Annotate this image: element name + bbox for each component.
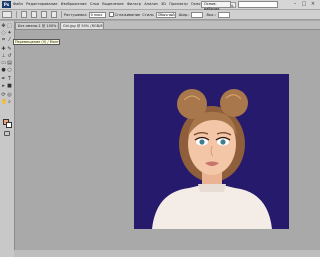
quick-mask-button[interactable] [4, 131, 10, 136]
menu-view[interactable]: Просмотр [169, 0, 187, 9]
iris-right [220, 139, 226, 145]
subtract-selection-icon[interactable] [41, 11, 47, 18]
menu-layers[interactable]: Слои [90, 0, 99, 9]
tool-preset-picker[interactable] [2, 11, 12, 18]
workspace-switcher[interactable]: Основ. рабочая [201, 1, 231, 11]
marquee-tool-icon[interactable]: ⬚ [7, 24, 12, 29]
menu-select[interactable]: Выделение [102, 0, 123, 9]
zoom-tool-icon[interactable]: ⌕ [7, 100, 12, 105]
eraser-tool-icon[interactable]: ▭ [1, 61, 6, 66]
path-selection-tool-icon[interactable]: ▸ [1, 84, 6, 89]
intersect-selection-icon[interactable] [51, 11, 57, 18]
style-select[interactable]: Обычный [155, 11, 176, 18]
height-field[interactable] [218, 11, 231, 18]
search-input[interactable] [238, 1, 278, 8]
girl-illustration [134, 74, 289, 229]
close-button[interactable]: × [309, 1, 317, 8]
document-tab-bar: Без имени-1 @ 100% (RGB/8) Girl.jpg @ 50… [14, 21, 320, 30]
3d-camera-tool-icon[interactable]: ◎ [7, 93, 12, 98]
brush-tool-icon[interactable]: ✎ [7, 47, 12, 52]
crop-tool-icon[interactable]: ⌗ [1, 38, 6, 43]
add-selection-icon[interactable] [31, 11, 37, 18]
document-canvas[interactable] [134, 74, 289, 229]
background-color-swatch[interactable] [6, 122, 12, 128]
3d-rotate-tool-icon[interactable]: ⟳ [1, 93, 6, 98]
history-brush-tool-icon[interactable]: ↺ [7, 54, 12, 59]
hair-bun-right [220, 89, 248, 117]
tools-panel: ✥ ⬚ ◌ ✦ ⌗ ⁄ ✚ ✎ ⊥ ↺ ▭ ▤ ● ○ ✒ T ▸ ■ ⟳ ◎ … [0, 21, 15, 257]
gradient-tool-icon[interactable]: ▤ [7, 61, 12, 66]
type-tool-icon[interactable]: T [7, 77, 12, 82]
photoshop-logo: Ps [2, 1, 11, 8]
menu-image[interactable]: Изображение [61, 0, 87, 9]
blur-tool-icon[interactable]: ● [1, 68, 6, 73]
options-bar: Растушевка 0 пикс Сглаживание Стиль Обыч… [0, 10, 320, 20]
menu-edit[interactable]: Редактирование [26, 0, 57, 9]
new-selection-icon[interactable] [21, 11, 27, 18]
feather-field[interactable]: 0 пикс [88, 11, 106, 18]
width-label: Шир.: [178, 12, 190, 17]
pen-tool-icon[interactable]: ✒ [1, 77, 6, 82]
tool-tooltip: Перемещение (V) / Монтаж [13, 39, 60, 45]
healing-brush-tool-icon[interactable]: ✚ [1, 47, 6, 52]
minimize-button[interactable]: – [291, 1, 299, 8]
status-bar [14, 250, 320, 257]
height-label: Выс.: [206, 12, 217, 17]
shape-tool-icon[interactable]: ■ [7, 84, 12, 89]
menu-file[interactable]: Файл [13, 0, 23, 9]
eyedropper-tool-icon[interactable]: ⁄ [7, 38, 12, 43]
menu-analysis[interactable]: Анализ [144, 0, 158, 9]
options-separator [61, 11, 62, 18]
clone-stamp-tool-icon[interactable]: ⊥ [1, 54, 6, 59]
antialias-label: Сглаживание [114, 12, 141, 17]
hand-tool-icon[interactable]: ✋ [1, 100, 7, 105]
tab-untitled[interactable]: Без имени-1 @ 100% (RGB/8) [15, 22, 59, 29]
top-collar [198, 184, 226, 192]
menu-3d[interactable]: 3D [161, 0, 166, 9]
options-separator [16, 11, 17, 18]
tab-girl-image[interactable]: Girl.jpg @ 50% (RGB/8) [60, 22, 104, 29]
iris-left [199, 139, 205, 145]
width-field[interactable] [191, 11, 204, 18]
dodge-tool-icon[interactable]: ○ [7, 68, 12, 73]
magic-wand-tool-icon[interactable]: ✦ [7, 31, 12, 36]
style-label: Стиль [142, 12, 154, 17]
feather-label: Растушевка [64, 12, 87, 17]
move-tool-icon[interactable]: ✥ [1, 24, 6, 29]
menu-window[interactable]: Окно [191, 0, 201, 9]
menu-filter[interactable]: Фильтр [127, 0, 141, 9]
antialias-checkbox[interactable] [108, 12, 114, 17]
lasso-tool-icon[interactable]: ◌ [1, 31, 6, 36]
maximize-button[interactable]: □ [300, 1, 308, 8]
